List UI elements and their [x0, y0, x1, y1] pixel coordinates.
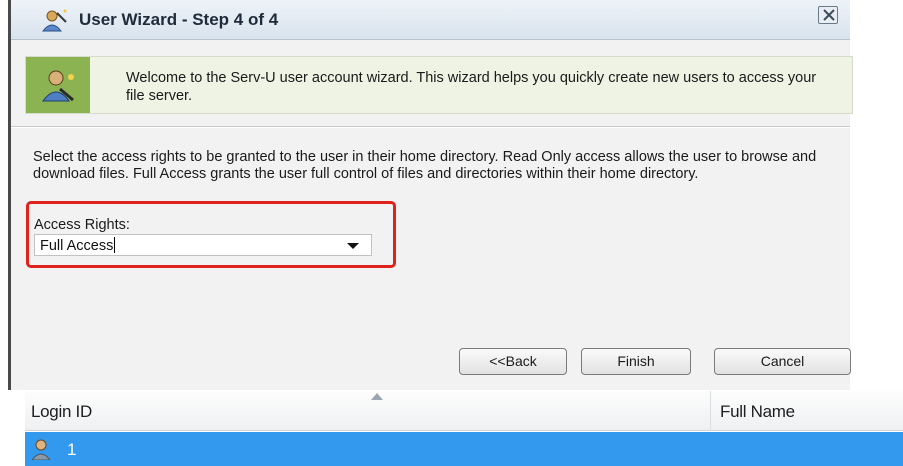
dialog-title: User Wizard - Step 4 of 4 [79, 10, 279, 29]
column-header-login-id[interactable]: Login ID [31, 402, 92, 422]
chevron-down-icon [347, 243, 359, 249]
access-rights-select[interactable]: Full Access [34, 234, 372, 256]
user-list-grid: Login ID Full Name 1 [0, 391, 903, 466]
close-icon [823, 9, 835, 21]
grid-gutter [0, 391, 25, 466]
user-wizard-icon [26, 57, 90, 113]
column-divider[interactable] [710, 391, 711, 431]
close-button[interactable] [818, 6, 838, 24]
instructions-text: Select the access rights to be granted t… [33, 149, 817, 182]
wizard-icon [39, 7, 69, 33]
user-wizard-dialog: User Wizard - Step 4 of 4 Welcome to the… [8, 0, 853, 390]
access-rights-value: Full Access [40, 237, 116, 254]
row-login-id: 1 [67, 440, 77, 459]
divider [11, 126, 850, 128]
wizard-banner: Welcome to the Serv-U user account wizar… [25, 56, 853, 114]
access-rights-label: Access Rights: [34, 217, 130, 233]
sort-ascending-icon [371, 393, 383, 400]
column-header-full-name[interactable]: Full Name [720, 402, 795, 422]
grid-header: Login ID Full Name [25, 391, 903, 431]
dialog-titlebar[interactable]: User Wizard - Step 4 of 4 [11, 0, 850, 40]
user-icon [30, 438, 52, 465]
back-button[interactable]: <<Back [459, 348, 567, 375]
banner-text: Welcome to the Serv-U user account wizar… [126, 70, 817, 104]
finish-button[interactable]: Finish [581, 348, 691, 375]
table-row[interactable]: 1 [25, 432, 903, 466]
cancel-button[interactable]: Cancel [714, 348, 851, 375]
